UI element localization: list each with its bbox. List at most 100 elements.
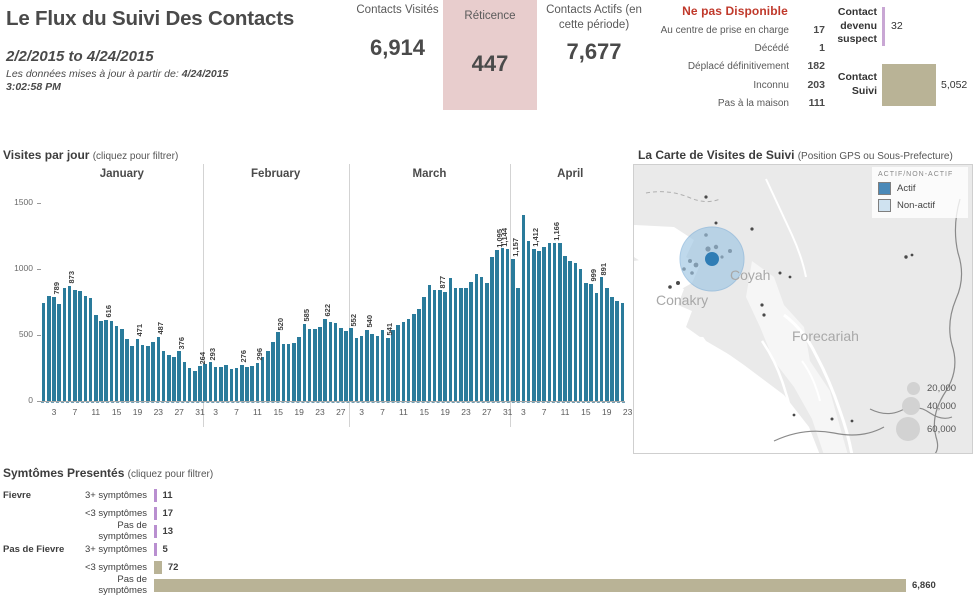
chart-bar[interactable] xyxy=(412,314,416,401)
chart-bar[interactable] xyxy=(595,293,599,401)
chart-bar[interactable] xyxy=(323,319,327,401)
chart-bar[interactable] xyxy=(224,365,228,401)
chart-bar[interactable] xyxy=(303,324,307,401)
chart-bar[interactable] xyxy=(162,351,166,401)
chart-bar[interactable] xyxy=(230,369,234,401)
chart-bar[interactable] xyxy=(177,351,181,401)
chart-bar[interactable] xyxy=(256,363,260,401)
chart-bar[interactable] xyxy=(516,288,520,401)
not-available-row[interactable]: Pas à la maison111 xyxy=(645,94,825,112)
chart-bar[interactable] xyxy=(506,249,510,401)
chart-bar[interactable] xyxy=(438,290,442,401)
chart-bar[interactable] xyxy=(537,251,541,401)
chart-bar[interactable] xyxy=(68,286,72,401)
chart-bar[interactable] xyxy=(407,319,411,401)
symptom-row[interactable]: Pas de symptômes6,860 xyxy=(0,576,974,594)
chart-bar[interactable] xyxy=(490,257,494,401)
chart-bar[interactable] xyxy=(349,328,353,401)
symptom-row[interactable]: Fievre3+ symptômes11 xyxy=(0,486,974,504)
not-available-row[interactable]: Décédé1 xyxy=(645,39,825,57)
chart-bar[interactable] xyxy=(402,322,406,401)
symptom-bar[interactable] xyxy=(154,561,162,574)
chart-bar[interactable] xyxy=(318,327,322,401)
chart-bar[interactable] xyxy=(52,297,56,401)
chart-bar[interactable] xyxy=(365,330,369,401)
chart-bar[interactable] xyxy=(449,278,453,401)
chart-bar[interactable] xyxy=(615,301,619,401)
chart-bar[interactable] xyxy=(542,247,546,401)
chart-bar[interactable] xyxy=(57,304,61,401)
kpi-reticence[interactable]: Réticence 447 xyxy=(443,0,537,110)
chart-bar[interactable] xyxy=(157,337,161,401)
chart-bar[interactable] xyxy=(42,303,46,401)
chart-bar[interactable] xyxy=(370,334,374,401)
suivi-visits-map[interactable]: Coyah Conakry Forecariah ACTIF/NON-ACTIF… xyxy=(633,164,973,454)
chart-bar[interactable] xyxy=(203,364,207,401)
chart-bar[interactable] xyxy=(287,344,291,401)
chart-bar[interactable] xyxy=(469,282,473,401)
month-label[interactable]: January xyxy=(41,168,203,180)
chart-bar[interactable] xyxy=(579,269,583,401)
chart-bar[interactable] xyxy=(136,339,140,401)
chart-bar[interactable] xyxy=(271,342,275,401)
chart-bar[interactable] xyxy=(94,315,98,401)
chart-bar[interactable] xyxy=(522,215,526,401)
chart-bar[interactable] xyxy=(183,362,187,401)
month-label[interactable]: March xyxy=(349,168,511,180)
chart-bar[interactable] xyxy=(329,322,333,401)
chart-bar[interactable] xyxy=(600,277,604,401)
chart-bar[interactable] xyxy=(73,290,77,401)
chart-bar[interactable] xyxy=(433,290,437,401)
chart-bar[interactable] xyxy=(172,357,176,401)
chart-bar[interactable] xyxy=(511,259,515,401)
not-available-row[interactable]: Au centre de prise en charge17 xyxy=(645,21,825,39)
chart-bar[interactable] xyxy=(495,250,499,401)
chart-bar[interactable] xyxy=(563,256,567,401)
chart-bar[interactable] xyxy=(396,325,400,401)
symptom-row[interactable]: Pas de symptômes13 xyxy=(0,522,974,540)
chart-bar[interactable] xyxy=(621,303,625,401)
chart-bar[interactable] xyxy=(443,292,447,401)
chart-bar[interactable] xyxy=(422,297,426,401)
chart-bar[interactable] xyxy=(193,371,197,401)
chart-bar[interactable] xyxy=(610,297,614,401)
chart-bar[interactable] xyxy=(480,277,484,401)
not-available-row[interactable]: Déplacé définitivement182 xyxy=(645,57,825,75)
chart-bar[interactable] xyxy=(209,362,213,401)
chart-bar[interactable] xyxy=(391,330,395,401)
chart-bar[interactable] xyxy=(355,338,359,401)
chart-plot-area[interactable]: 7898736164714873762642932762965205856225… xyxy=(41,190,625,401)
chart-bar[interactable] xyxy=(417,309,421,401)
chart-bar[interactable] xyxy=(167,355,171,401)
chart-bar[interactable] xyxy=(344,331,348,401)
chart-bar[interactable] xyxy=(532,249,536,401)
chart-bar[interactable] xyxy=(574,263,578,401)
chart-bar[interactable] xyxy=(89,298,93,401)
chart-bar[interactable] xyxy=(548,243,552,401)
chart-bar[interactable] xyxy=(130,346,134,401)
not-available-row[interactable]: Inconnu203 xyxy=(645,76,825,94)
month-label[interactable]: February xyxy=(203,168,349,180)
chart-bar[interactable] xyxy=(219,367,223,401)
symptoms-chart[interactable]: Fievre3+ symptômes11<3 symptômes17Pas de… xyxy=(0,486,974,597)
contact-devenu-suspect[interactable]: Contact devenu suspect 32 xyxy=(832,6,972,47)
contact-suivi[interactable]: Contact Suivi 5,052 xyxy=(832,64,974,106)
chart-bar[interactable] xyxy=(381,330,385,401)
chart-bar[interactable] xyxy=(151,342,155,401)
chart-bar[interactable] xyxy=(459,288,463,401)
chart-bar[interactable] xyxy=(104,320,108,401)
chart-bar[interactable] xyxy=(376,336,380,401)
chart-bar[interactable] xyxy=(282,344,286,401)
chart-bar[interactable] xyxy=(334,323,338,401)
month-label[interactable]: April xyxy=(510,168,630,180)
kpi-contacts-visited[interactable]: Contacts Visités 6,914 xyxy=(355,3,440,61)
chart-bar[interactable] xyxy=(584,283,588,401)
chart-bar[interactable] xyxy=(245,367,249,401)
chart-bar[interactable] xyxy=(120,329,124,401)
chart-bar[interactable] xyxy=(125,339,129,401)
chart-bar[interactable] xyxy=(141,345,145,401)
chart-bar[interactable] xyxy=(188,368,192,401)
chart-bar[interactable] xyxy=(276,332,280,401)
chart-bar[interactable] xyxy=(386,338,390,401)
chart-bar[interactable] xyxy=(313,329,317,401)
